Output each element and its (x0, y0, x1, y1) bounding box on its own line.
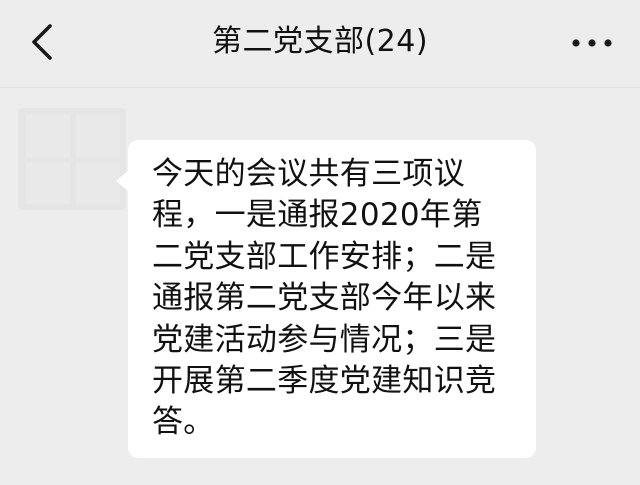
more-dots-icon (572, 39, 612, 47)
message-line: 今天的会议共有三项议 (152, 156, 465, 192)
more-options-button[interactable] (568, 26, 616, 60)
message-line: 通报第二党支部今年以来 (152, 280, 497, 317)
message-bubble[interactable]: 今天的会议共有三项议 程，一是通报2020年第 二党支部工作安排；二是 通报第二党支部… (116, 140, 536, 458)
nav-bar: 第二党支部(24) (0, 0, 640, 88)
message-line: 开展第二季度党建知识竞 (152, 363, 497, 400)
message-line: 答。 (152, 404, 215, 441)
message-text: 今天的会议共有三项议 程，一是通报2020年第 二党支部工作安排；二是 通报第二党支部… (152, 154, 524, 444)
message-line: 二党支部工作安排；二是 (152, 238, 497, 275)
chat-title: 第二党支部(24) (211, 24, 429, 59)
message-line: 程，一是通报2020年第 (152, 197, 483, 234)
message-line: 党建活动参与情况；三是 (152, 321, 497, 358)
sender-avatar[interactable] (18, 108, 126, 210)
